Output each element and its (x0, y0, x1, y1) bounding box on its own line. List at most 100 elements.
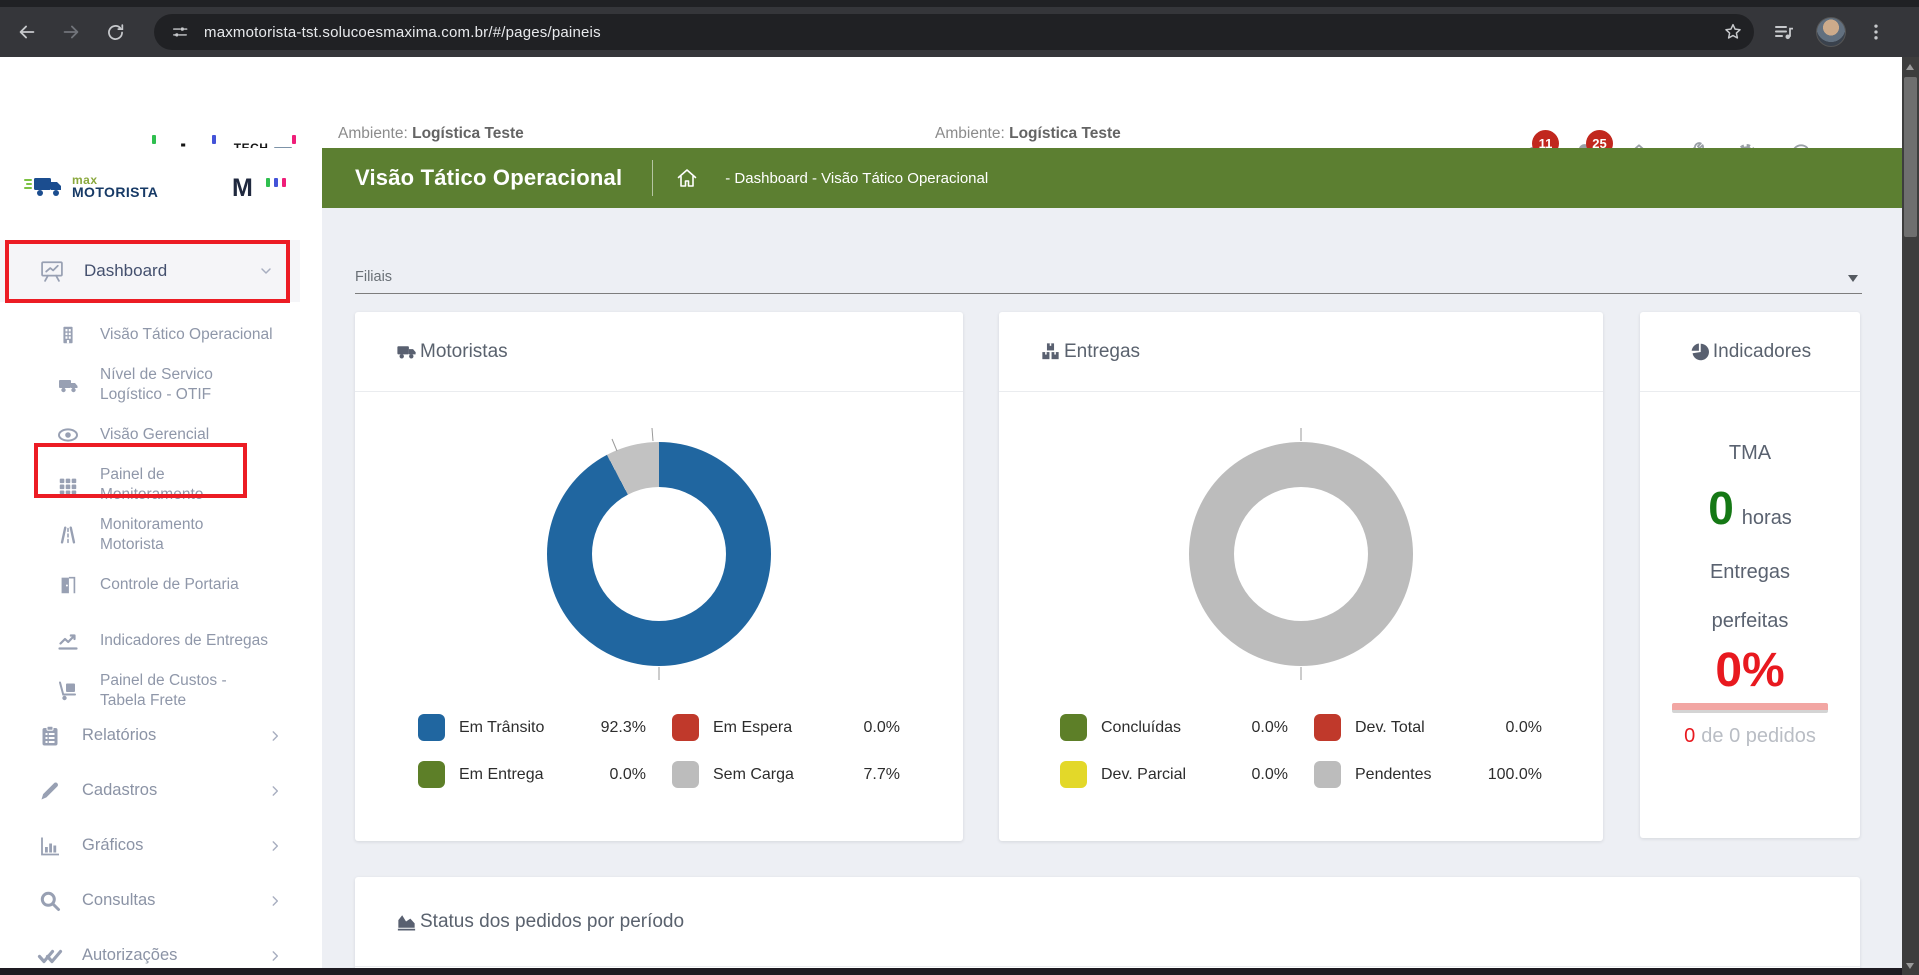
annotation-box-painel-monitoramento (34, 443, 247, 498)
logo-tick-green (152, 135, 156, 144)
back-icon (16, 21, 38, 43)
breadcrumb: - Dashboard - Visão Tático Operacional (725, 170, 988, 187)
entregas-title: Entregas (1064, 341, 1140, 363)
perfect-deliveries-bar (1672, 703, 1828, 713)
scroll-up-arrow-icon[interactable] (1906, 64, 1914, 70)
sidebar-item-nivel-servico-otif[interactable]: Nível de ServicoLogístico - OTIF (0, 360, 322, 410)
entregas-perfeitas-line1: Entregas (1640, 561, 1860, 584)
logo-motorista-text: MOTORISTA (72, 186, 158, 198)
m-mark-logo: M (232, 174, 253, 203)
maxmotorista-logo: max MOTORISTA (22, 172, 158, 200)
reload-button[interactable] (98, 15, 132, 49)
entregas-legend: Concluídas0.0% Dev. Total0.0% Dev. Parci… (1060, 714, 1542, 788)
page-title: Visão Tático Operacional (355, 165, 622, 191)
tab-strip (0, 0, 1919, 7)
entregas-card: Entregas Concluídas0.0% Dev. Total0.0% D… (999, 312, 1603, 841)
indicadores-card: Indicadores TMA 0 horas Entregas perfeita… (1640, 312, 1860, 838)
pedidos-count: 0 (1684, 725, 1695, 747)
filiais-select[interactable]: Filiais (355, 260, 1862, 294)
annotation-box-dashboard (5, 240, 290, 303)
legend-item: Sem Carga7.7% (672, 761, 900, 788)
pencil-icon (36, 779, 64, 803)
sidebar-item-monitoramento-motorista[interactable]: MonitoramentoMotorista (0, 510, 322, 560)
motoristas-donut-chart (529, 424, 789, 684)
banner-divider (652, 160, 653, 196)
sidebar-item-controle-portaria[interactable]: Controle de Portaria (0, 560, 322, 610)
browser-chrome: maxmotorista-tst.solucoesmaxima.com.br/#… (0, 0, 1919, 57)
truck-logo-icon (22, 172, 66, 200)
back-button[interactable] (10, 15, 44, 49)
browser-profile-avatar[interactable] (1816, 17, 1846, 47)
media-controls-icon[interactable] (1772, 20, 1796, 44)
legend-item: Dev. Parcial0.0% (1060, 761, 1288, 788)
door-icon (48, 574, 88, 596)
bookmark-star-icon[interactable] (1722, 21, 1744, 43)
pedidos-summary: 0 de 0 pedidos (1640, 725, 1860, 748)
pie-chart-icon (1689, 341, 1711, 363)
sidebar-item-consultas[interactable]: Consultas (0, 873, 322, 928)
line-chart-icon (48, 629, 88, 653)
truck-icon (48, 373, 88, 397)
clipboard-icon (36, 724, 64, 748)
donut-callout-lines (1171, 424, 1431, 684)
url-text[interactable]: maxmotorista-tst.solucoesmaxima.com.br/#… (204, 24, 601, 41)
bottom-edge-strip (0, 968, 1902, 975)
breadcrumb-home-icon[interactable] (675, 166, 699, 190)
chevron-right-icon (268, 784, 282, 798)
main-content: Visão Tático Operacional - Dashboard - V… (322, 148, 1902, 968)
status-pedidos-title: Status dos pedidos por período (420, 911, 684, 933)
sidebar-item-relatorios[interactable]: Relatórios (0, 708, 322, 763)
bar-chart-icon (36, 834, 64, 858)
tma-value: 0 horas (1640, 481, 1860, 535)
sidebar-item-indicadores-entregas[interactable]: Indicadores de Entregas (0, 616, 322, 666)
select-arrow-icon (1848, 275, 1858, 282)
app-header: maximaTECH Ambiente: Logística Teste Usu… (0, 57, 1902, 148)
entregas-donut-chart (1171, 424, 1431, 684)
donut-callout-lines (529, 424, 789, 684)
scrollbar-thumb[interactable] (1904, 77, 1917, 237)
packages-icon (1039, 340, 1062, 363)
entregas-perfeitas-line2: perfeitas (1640, 610, 1860, 633)
status-pedidos-card: Status dos pedidos por período (355, 877, 1860, 968)
road-icon (48, 524, 88, 546)
tma-number: 0 (1708, 482, 1734, 534)
legend-item: Em Entrega0.0% (418, 761, 646, 788)
building-icon (48, 324, 88, 346)
sidebar-item-visao-tatico-operacional[interactable]: Visão Tático Operacional (0, 310, 322, 360)
chevron-right-icon (268, 949, 282, 963)
forward-button[interactable] (54, 15, 88, 49)
vertical-scrollbar[interactable] (1902, 57, 1919, 975)
reload-icon (105, 22, 126, 43)
pedidos-rest: de 0 pedidos (1701, 725, 1816, 747)
motoristas-title: Motoristas (420, 341, 508, 363)
ambiente-value: Logística Teste (412, 125, 524, 142)
address-bar[interactable]: maxmotorista-tst.solucoesmaxima.com.br/#… (154, 14, 1754, 50)
legend-item: Dev. Total0.0% (1314, 714, 1542, 741)
legend-item: Em Espera0.0% (672, 714, 900, 741)
area-chart-icon (395, 910, 418, 933)
browser-menu-icon[interactable] (1866, 22, 1886, 42)
chevron-right-icon (268, 894, 282, 908)
truck-icon (395, 340, 418, 363)
sidebar-item-graficos[interactable]: Gráficos (0, 818, 322, 873)
page-banner: Visão Tático Operacional - Dashboard - V… (322, 148, 1902, 208)
filiais-label: Filiais (355, 269, 392, 285)
tma-label: TMA (1640, 442, 1860, 465)
magnifier-icon (36, 889, 64, 913)
double-check-icon (36, 944, 64, 968)
dolly-icon (48, 679, 88, 703)
legend-item: Pendentes100.0% (1314, 761, 1542, 788)
site-settings-icon[interactable] (170, 22, 190, 42)
chevron-right-icon (268, 839, 282, 853)
indicadores-title: Indicadores (1713, 341, 1811, 363)
ambiente2-label: Ambiente: (935, 125, 1005, 142)
chevron-right-icon (268, 729, 282, 743)
motoristas-legend: Em Trânsito92.3% Em Espera0.0% Em Entreg… (418, 714, 900, 788)
sidebar-item-cadastros[interactable]: Cadastros (0, 763, 322, 818)
scroll-down-arrow-icon[interactable] (1906, 963, 1914, 969)
legend-item: Concluídas0.0% (1060, 714, 1288, 741)
ambiente-label: Ambiente: (338, 125, 408, 142)
m-mark-bars (266, 178, 286, 187)
tma-unit: horas (1742, 507, 1792, 529)
logo-tick-pink (292, 135, 296, 144)
